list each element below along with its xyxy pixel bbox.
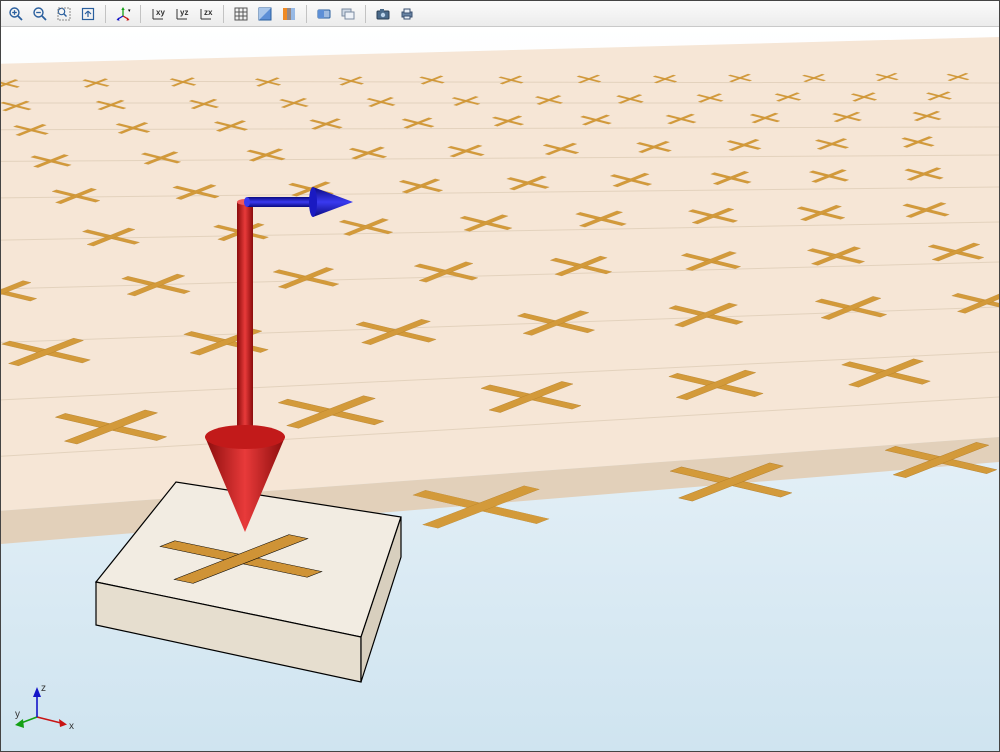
svg-text:y: y [15,709,20,720]
svg-text:▾: ▾ [128,8,131,14]
view-xy-button[interactable]: xy [147,4,169,24]
print-button[interactable] [396,4,418,24]
rotate-button[interactable]: ▾ [112,4,134,24]
grid-button[interactable] [230,4,252,24]
view-yz-button[interactable]: yz [171,4,193,24]
clip-button[interactable] [313,4,335,24]
graphics-viewport[interactable]: x y z [1,27,999,751]
toolbar-separator [365,5,366,23]
scene-light-button[interactable] [254,4,276,24]
view-zx-button[interactable]: zx [195,4,217,24]
graphics-toolbar: ▾ xy yz zx [1,1,999,27]
axis-triad: x y z [15,677,75,737]
svg-text:zx: zx [204,8,213,17]
zoom-in-button[interactable] [5,4,27,24]
zoom-extents-button[interactable] [77,4,99,24]
svg-text:z: z [41,683,46,694]
svg-text:yz: yz [180,8,188,17]
snapshot-button[interactable] [372,4,394,24]
app-frame: ▾ xy yz zx [0,0,1000,752]
show-hide-button[interactable] [337,4,359,24]
svg-text:x: x [69,721,74,732]
toolbar-separator [140,5,141,23]
toolbar-separator [105,5,106,23]
transparency-button[interactable] [278,4,300,24]
toolbar-separator [306,5,307,23]
toolbar-separator [223,5,224,23]
zoom-out-button[interactable] [29,4,51,24]
zoom-box-button[interactable] [53,4,75,24]
svg-text:xy: xy [156,8,165,17]
